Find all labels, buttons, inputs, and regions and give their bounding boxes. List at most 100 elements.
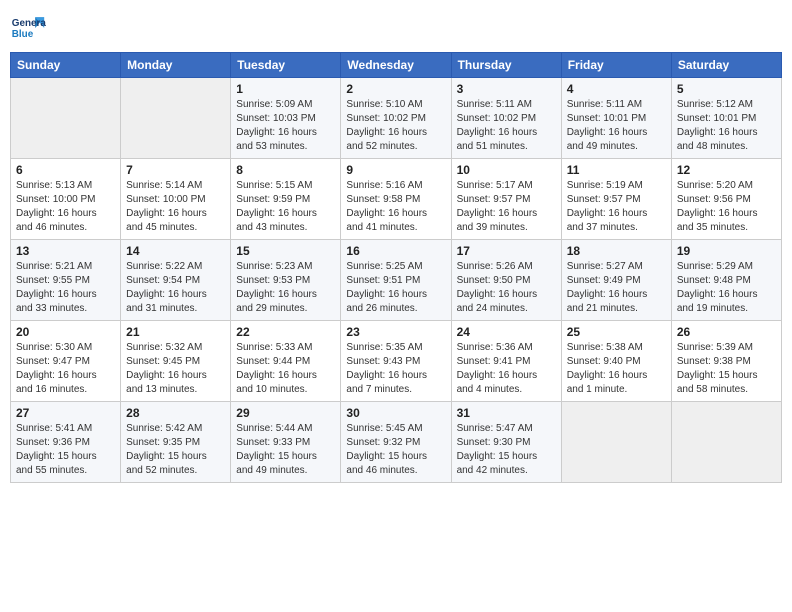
logo: General Blue — [10, 10, 50, 46]
day-info: Sunrise: 5:25 AM Sunset: 9:51 PM Dayligh… — [346, 260, 445, 316]
calendar-cell: 1Sunrise: 5:09 AM Sunset: 10:03 PM Dayli… — [231, 78, 341, 159]
day-number: 14 — [126, 244, 225, 258]
day-header-wednesday: Wednesday — [341, 53, 451, 78]
calendar-cell: 12Sunrise: 5:20 AM Sunset: 9:56 PM Dayli… — [671, 159, 781, 240]
calendar-cell: 14 Sunrise: 5:22 AM Sunset: 9:54 PM Dayli… — [121, 240, 231, 321]
day-info: Sunrise: 5:36 AM Sunset: 9:41 PM Dayligh… — [457, 341, 556, 397]
calendar-cell — [561, 402, 671, 483]
day-info: Sunrise: 5:26 AM Sunset: 9:50 PM Dayligh… — [457, 260, 556, 316]
day-number: 21 — [126, 325, 225, 339]
day-info: Sunrise: 5:10 AM Sunset: 10:02 PM Daylig… — [346, 98, 445, 154]
day-info: Sunrise: 5:41 AM Sunset: 9:36 PM Dayligh… — [16, 422, 115, 478]
day-number: 20 — [16, 325, 115, 339]
day-info: Sunrise: 5:13 AM Sunset: 10:00 PM Daylig… — [16, 179, 115, 235]
calendar-cell: 31Sunrise: 5:47 AM Sunset: 9:30 PM Dayli… — [451, 402, 561, 483]
day-info: Sunrise: 5:14 AM Sunset: 10:00 PM Daylig… — [126, 179, 225, 235]
calendar-cell: 18 Sunrise: 5:27 AM Sunset: 9:49 PM Dayli… — [561, 240, 671, 321]
page-header: General Blue — [10, 10, 782, 46]
calendar-week-row: 13Sunrise: 5:21 AM Sunset: 9:55 PM Dayli… — [11, 240, 782, 321]
calendar-cell: 5 Sunrise: 5:12 AM Sunset: 10:01 PM Dayli… — [671, 78, 781, 159]
calendar-cell: 10 Sunrise: 5:17 AM Sunset: 9:57 PM Dayli… — [451, 159, 561, 240]
day-number: 15 — [236, 244, 335, 258]
day-info: Sunrise: 5:38 AM Sunset: 9:40 PM Dayligh… — [567, 341, 666, 397]
svg-text:General: General — [12, 18, 46, 29]
day-number: 5 — [677, 82, 776, 96]
day-number: 26 — [677, 325, 776, 339]
day-info: Sunrise: 5:32 AM Sunset: 9:45 PM Dayligh… — [126, 341, 225, 397]
day-number: 30 — [346, 406, 445, 420]
day-number: 1 — [236, 82, 335, 96]
calendar-cell: 25Sunrise: 5:38 AM Sunset: 9:40 PM Dayli… — [561, 321, 671, 402]
calendar-cell: 17 Sunrise: 5:26 AM Sunset: 9:50 PM Dayli… — [451, 240, 561, 321]
calendar-cell: 11 Sunrise: 5:19 AM Sunset: 9:57 PM Dayli… — [561, 159, 671, 240]
day-info: Sunrise: 5:33 AM Sunset: 9:44 PM Dayligh… — [236, 341, 335, 397]
day-number: 6 — [16, 163, 115, 177]
calendar-cell: 3 Sunrise: 5:11 AM Sunset: 10:02 PM Dayli… — [451, 78, 561, 159]
day-info: Sunrise: 5:17 AM Sunset: 9:57 PM Dayligh… — [457, 179, 556, 235]
day-number: 17 — [457, 244, 556, 258]
day-info: Sunrise: 5:12 AM Sunset: 10:01 PM Daylig… — [677, 98, 776, 154]
day-number: 10 — [457, 163, 556, 177]
day-info: Sunrise: 5:22 AM Sunset: 9:54 PM Dayligh… — [126, 260, 225, 316]
day-info: Sunrise: 5:27 AM Sunset: 9:49 PM Dayligh… — [567, 260, 666, 316]
day-info: Sunrise: 5:35 AM Sunset: 9:43 PM Dayligh… — [346, 341, 445, 397]
day-header-tuesday: Tuesday — [231, 53, 341, 78]
day-header-thursday: Thursday — [451, 53, 561, 78]
day-info: Sunrise: 5:23 AM Sunset: 9:53 PM Dayligh… — [236, 260, 335, 316]
day-info: Sunrise: 5:39 AM Sunset: 9:38 PM Dayligh… — [677, 341, 776, 397]
day-number: 11 — [567, 163, 666, 177]
day-number: 31 — [457, 406, 556, 420]
calendar-week-row: 6 Sunrise: 5:13 AM Sunset: 10:00 PM Dayli… — [11, 159, 782, 240]
day-number: 22 — [236, 325, 335, 339]
day-number: 24 — [457, 325, 556, 339]
svg-text:Blue: Blue — [12, 29, 34, 40]
day-number: 28 — [126, 406, 225, 420]
calendar-cell: 20 Sunrise: 5:30 AM Sunset: 9:47 PM Dayli… — [11, 321, 121, 402]
calendar-cell: 21 Sunrise: 5:32 AM Sunset: 9:45 PM Dayli… — [121, 321, 231, 402]
day-number: 12 — [677, 163, 776, 177]
calendar-cell: 2 Sunrise: 5:10 AM Sunset: 10:02 PM Dayli… — [341, 78, 451, 159]
calendar-cell — [11, 78, 121, 159]
day-info: Sunrise: 5:19 AM Sunset: 9:57 PM Dayligh… — [567, 179, 666, 235]
day-info: Sunrise: 5:42 AM Sunset: 9:35 PM Dayligh… — [126, 422, 225, 478]
calendar-cell: 16 Sunrise: 5:25 AM Sunset: 9:51 PM Dayli… — [341, 240, 451, 321]
day-header-saturday: Saturday — [671, 53, 781, 78]
logo-icon: General Blue — [10, 10, 46, 46]
day-number: 4 — [567, 82, 666, 96]
day-number: 2 — [346, 82, 445, 96]
day-info: Sunrise: 5:44 AM Sunset: 9:33 PM Dayligh… — [236, 422, 335, 478]
calendar-cell: 7 Sunrise: 5:14 AM Sunset: 10:00 PM Dayli… — [121, 159, 231, 240]
calendar-cell: 9Sunrise: 5:16 AM Sunset: 9:58 PM Daylig… — [341, 159, 451, 240]
calendar-cell: 19 Sunrise: 5:29 AM Sunset: 9:48 PM Dayli… — [671, 240, 781, 321]
calendar-cell: 13Sunrise: 5:21 AM Sunset: 9:55 PM Dayli… — [11, 240, 121, 321]
calendar-cell: 29 Sunrise: 5:44 AM Sunset: 9:33 PM Dayli… — [231, 402, 341, 483]
day-number: 16 — [346, 244, 445, 258]
calendar-cell: 30 Sunrise: 5:45 AM Sunset: 9:32 PM Dayli… — [341, 402, 451, 483]
day-number: 3 — [457, 82, 556, 96]
calendar-table: SundayMondayTuesdayWednesdayThursdayFrid… — [10, 52, 782, 483]
day-info: Sunrise: 5:16 AM Sunset: 9:58 PM Dayligh… — [346, 179, 445, 235]
day-info: Sunrise: 5:29 AM Sunset: 9:48 PM Dayligh… — [677, 260, 776, 316]
day-info: Sunrise: 5:45 AM Sunset: 9:32 PM Dayligh… — [346, 422, 445, 478]
calendar-cell: 22 Sunrise: 5:33 AM Sunset: 9:44 PM Dayli… — [231, 321, 341, 402]
day-info: Sunrise: 5:30 AM Sunset: 9:47 PM Dayligh… — [16, 341, 115, 397]
calendar-cell: 6 Sunrise: 5:13 AM Sunset: 10:00 PM Dayli… — [11, 159, 121, 240]
calendar-cell: 4 Sunrise: 5:11 AM Sunset: 10:01 PM Dayli… — [561, 78, 671, 159]
day-number: 19 — [677, 244, 776, 258]
day-number: 8 — [236, 163, 335, 177]
day-header-friday: Friday — [561, 53, 671, 78]
day-number: 18 — [567, 244, 666, 258]
calendar-week-row: 27Sunrise: 5:41 AM Sunset: 9:36 PM Dayli… — [11, 402, 782, 483]
day-number: 23 — [346, 325, 445, 339]
day-header-monday: Monday — [121, 53, 231, 78]
calendar-cell — [671, 402, 781, 483]
calendar-week-row: 20 Sunrise: 5:30 AM Sunset: 9:47 PM Dayli… — [11, 321, 782, 402]
calendar-cell: 26 Sunrise: 5:39 AM Sunset: 9:38 PM Dayli… — [671, 321, 781, 402]
calendar-cell: 27Sunrise: 5:41 AM Sunset: 9:36 PM Dayli… — [11, 402, 121, 483]
day-info: Sunrise: 5:11 AM Sunset: 10:01 PM Daylig… — [567, 98, 666, 154]
day-number: 29 — [236, 406, 335, 420]
day-number: 7 — [126, 163, 225, 177]
day-number: 13 — [16, 244, 115, 258]
calendar-cell: 24 Sunrise: 5:36 AM Sunset: 9:41 PM Dayli… — [451, 321, 561, 402]
day-info: Sunrise: 5:11 AM Sunset: 10:02 PM Daylig… — [457, 98, 556, 154]
